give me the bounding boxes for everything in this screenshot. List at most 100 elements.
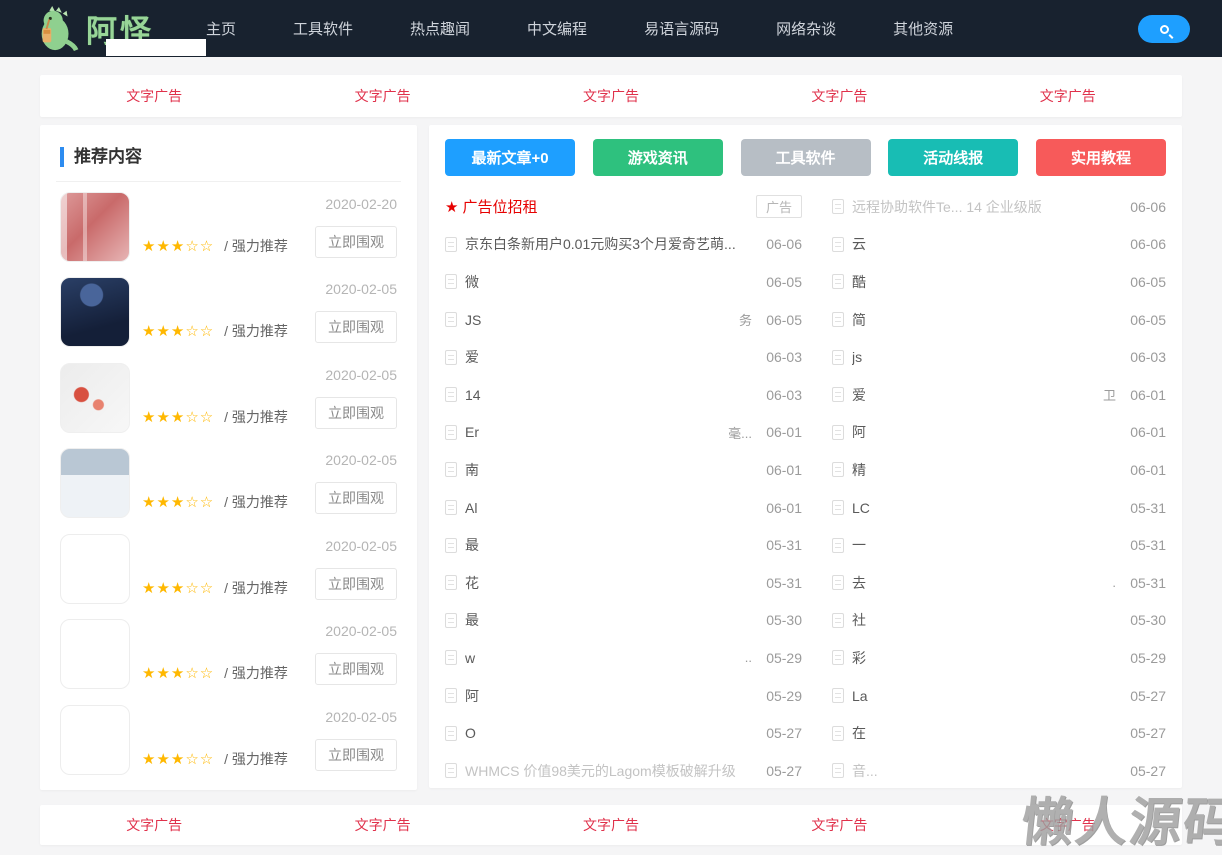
article-title-link[interactable]: 爱 bbox=[465, 347, 758, 367]
article-row[interactable]: 社05-30 bbox=[832, 602, 1166, 640]
view-now-button[interactable]: 立即围观 bbox=[315, 739, 397, 771]
article-title-link[interactable]: 精 bbox=[852, 460, 1122, 480]
article-title-link[interactable]: 阿 bbox=[465, 686, 758, 706]
text-ad-link[interactable]: 文字广告 bbox=[126, 86, 182, 106]
article-row[interactable]: 精06-01 bbox=[832, 451, 1166, 489]
article-row[interactable]: LC05-31 bbox=[832, 489, 1166, 527]
article-title-link[interactable]: 彩 bbox=[852, 648, 1122, 668]
article-row[interactable]: 1406-03 bbox=[445, 376, 802, 414]
article-title-link[interactable]: 最 bbox=[465, 610, 758, 630]
site-logo[interactable]: 阿怪 bbox=[34, 0, 154, 57]
article-row[interactable]: 花05-31 bbox=[445, 564, 802, 602]
recommended-item[interactable]: ★★★☆☆ / 强力推荐2020-02-05立即围观 bbox=[60, 526, 397, 612]
tab-3[interactable]: 工具软件 bbox=[741, 139, 871, 176]
text-ad-link[interactable]: 文字广告 bbox=[811, 815, 867, 835]
article-row[interactable]: 爱06-03 bbox=[445, 338, 802, 376]
article-row[interactable]: 云06-06 bbox=[832, 226, 1166, 264]
text-ad-link[interactable]: 文字广告 bbox=[126, 815, 182, 835]
nav-item-4[interactable]: 中文编程 bbox=[527, 18, 587, 39]
article-title-link[interactable]: 去 bbox=[852, 573, 1108, 593]
tab-4[interactable]: 活动线报 bbox=[888, 139, 1018, 176]
article-title-link[interactable]: 南 bbox=[465, 460, 758, 480]
article-row[interactable]: 最05-30 bbox=[445, 602, 802, 640]
article-title-link[interactable]: 最 bbox=[465, 535, 758, 555]
article-row[interactable]: 一05-31 bbox=[832, 526, 1166, 564]
nav-item-2[interactable]: 工具软件 bbox=[293, 18, 353, 39]
article-title-link[interactable]: JS bbox=[465, 312, 735, 328]
article-row[interactable]: 爱卫06-01 bbox=[832, 376, 1166, 414]
article-row[interactable]: 微06-05 bbox=[445, 263, 802, 301]
view-now-button[interactable]: 立即围观 bbox=[315, 653, 397, 685]
recommended-item[interactable]: ★★★☆☆ / 强力推荐2020-02-05立即围观 bbox=[60, 355, 397, 441]
article-title-link[interactable]: 一 bbox=[852, 535, 1122, 555]
article-row[interactable]: 阿06-01 bbox=[832, 414, 1166, 452]
article-row[interactable]: 彩05-29 bbox=[832, 639, 1166, 677]
article-title-link[interactable]: 云 bbox=[852, 234, 1122, 254]
article-title-link[interactable]: La bbox=[852, 688, 1122, 704]
text-ad-link[interactable]: 文字广告 bbox=[583, 815, 639, 835]
text-ad-link[interactable]: 文字广告 bbox=[1040, 86, 1096, 106]
article-row[interactable]: 最05-31 bbox=[445, 526, 802, 564]
view-now-button[interactable]: 立即围观 bbox=[315, 397, 397, 429]
article-row[interactable]: w..05-29 bbox=[445, 639, 802, 677]
article-row[interactable]: Er毫...06-01 bbox=[445, 414, 802, 452]
article-row[interactable]: JS务06-05 bbox=[445, 301, 802, 339]
article-title-link[interactable]: Al bbox=[465, 500, 758, 516]
article-title-link[interactable]: 14 bbox=[465, 387, 758, 403]
article-title-link[interactable]: js bbox=[852, 349, 1122, 365]
tab-1[interactable]: 最新文章+0 bbox=[445, 139, 575, 176]
article-title-link[interactable]: 远程协助软件Te... 14 企业级版 bbox=[852, 197, 1122, 217]
article-row[interactable]: 去.05-31 bbox=[832, 564, 1166, 602]
article-row[interactable]: 南06-01 bbox=[445, 451, 802, 489]
article-row[interactable]: La05-27 bbox=[832, 677, 1166, 715]
recommended-item[interactable]: ★★★☆☆ / 强力推荐2020-02-05立即围观 bbox=[60, 612, 397, 698]
article-row[interactable]: 阿05-29 bbox=[445, 677, 802, 715]
article-title-link[interactable]: 简 bbox=[852, 310, 1122, 330]
article-title-link[interactable]: 爱 bbox=[852, 385, 1099, 405]
article-title-link[interactable]: WHMCS 价值98美元的Lagom模板破解升级 bbox=[465, 761, 758, 781]
recommended-item[interactable]: ★★★☆☆ / 强力推荐2020-02-05立即围观 bbox=[60, 697, 397, 783]
article-title-link[interactable]: 社 bbox=[852, 610, 1122, 630]
text-ad-link[interactable]: 文字广告 bbox=[583, 86, 639, 106]
text-ad-link[interactable]: 文字广告 bbox=[355, 86, 411, 106]
article-title-link[interactable]: 京东白条新用户0.01元购买3个月爱奇艺萌... bbox=[465, 234, 758, 254]
article-row[interactable]: WHMCS 价值98美元的Lagom模板破解升级05-27 bbox=[445, 752, 802, 788]
text-ad-link[interactable]: 文字广告 bbox=[355, 815, 411, 835]
recommended-item[interactable]: ★★★☆☆ / 强力推荐2020-02-20立即围观 bbox=[60, 184, 397, 270]
article-title-link[interactable]: 阿 bbox=[852, 422, 1122, 442]
recommended-item[interactable]: ★★★☆☆ / 强力推荐2020-02-05立即围观 bbox=[60, 441, 397, 527]
nav-item-3[interactable]: 热点趣闻 bbox=[410, 18, 470, 39]
article-title-link[interactable]: LC bbox=[852, 500, 1122, 516]
article-title-link[interactable]: w bbox=[465, 650, 741, 666]
article-title-link[interactable]: Er bbox=[465, 424, 724, 440]
article-row[interactable]: 酷06-05 bbox=[832, 263, 1166, 301]
text-ad-link[interactable]: 文字广告 bbox=[811, 86, 867, 106]
view-now-button[interactable]: 立即围观 bbox=[315, 568, 397, 600]
article-row[interactable]: 京东白条新用户0.01元购买3个月爱奇艺萌...06-06 bbox=[445, 226, 802, 264]
tab-5[interactable]: 实用教程 bbox=[1036, 139, 1166, 176]
article-title-link[interactable]: 酷 bbox=[852, 272, 1122, 292]
search-button[interactable] bbox=[1138, 15, 1190, 43]
article-row[interactable]: 在05-27 bbox=[832, 714, 1166, 752]
nav-item-5[interactable]: 易语言源码 bbox=[644, 18, 719, 39]
article-row[interactable]: 简06-05 bbox=[832, 301, 1166, 339]
article-title-link[interactable]: 微 bbox=[465, 272, 758, 292]
article-title-link[interactable]: 花 bbox=[465, 573, 758, 593]
document-icon bbox=[832, 199, 844, 214]
recommended-item[interactable]: ★★★☆☆ / 强力推荐2020-02-05立即围观 bbox=[60, 270, 397, 356]
article-title-link[interactable]: 在 bbox=[852, 723, 1122, 743]
article-title-link[interactable]: O bbox=[465, 725, 758, 741]
nav-item-6[interactable]: 网络杂谈 bbox=[776, 18, 836, 39]
nav-item-1[interactable]: 主页 bbox=[206, 18, 236, 39]
view-now-button[interactable]: 立即围观 bbox=[315, 482, 397, 514]
ad-slot-row[interactable]: ★ 广告位招租 广告 bbox=[445, 188, 802, 226]
article-row[interactable]: js06-03 bbox=[832, 338, 1166, 376]
article-row[interactable]: Al06-01 bbox=[445, 489, 802, 527]
tab-2[interactable]: 游戏资讯 bbox=[593, 139, 723, 176]
view-now-button[interactable]: 立即围观 bbox=[315, 311, 397, 343]
article-title-link[interactable]: 音... bbox=[852, 761, 1122, 781]
view-now-button[interactable]: 立即围观 bbox=[315, 226, 397, 258]
article-row[interactable]: O05-27 bbox=[445, 714, 802, 752]
article-row[interactable]: 远程协助软件Te... 14 企业级版06-06 bbox=[832, 188, 1166, 226]
nav-item-7[interactable]: 其他资源 bbox=[893, 18, 953, 39]
